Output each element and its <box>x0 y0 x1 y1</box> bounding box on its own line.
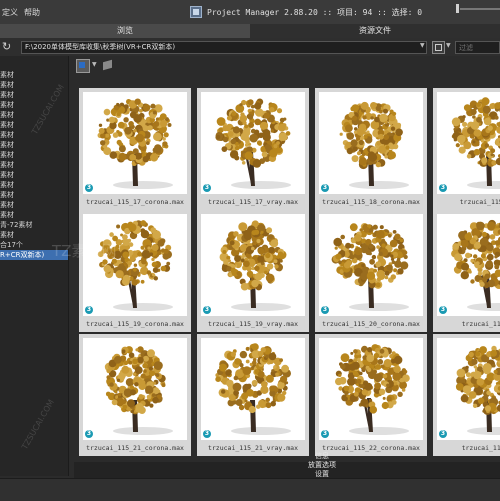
asset-grid: 3 trzucai_115_17_corona.max 3 trzucai_115_1… <box>74 82 500 462</box>
menu-item-help[interactable]: 帮助 <box>24 7 40 18</box>
tab-asset-files[interactable]: 资源文件 <box>250 24 500 38</box>
asset-filename: trzucai_115_22 <box>433 442 500 454</box>
asset-card[interactable]: 3 trzucai_115_20 <box>433 210 500 332</box>
max-version-badge-icon: 3 <box>203 306 211 314</box>
asset-card[interactable]: 3 trzucai_115_21_vray.max <box>197 334 309 456</box>
tree-thumbnail: 3 <box>83 214 187 316</box>
tree-item[interactable]: 素材 <box>0 100 68 110</box>
tree-thumbnail: 3 <box>201 338 305 440</box>
layout-dropdown-icon[interactable]: ▼ <box>92 61 97 68</box>
tab-browse[interactable]: 浏览 <box>0 24 250 38</box>
asset-card[interactable]: 3 trzucai_115_18_corona.max <box>315 88 427 210</box>
asset-filename: trzucai_115_19_corona.max <box>79 318 191 330</box>
tree-item[interactable]: 素材 <box>0 110 68 120</box>
asset-filename: trzucai_115_20_corona.max <box>315 318 427 330</box>
max-version-badge-icon: 3 <box>85 430 93 438</box>
menu-item-define[interactable]: 定义 <box>2 7 18 18</box>
tree-item[interactable]: 素材 <box>0 170 68 180</box>
tree-item[interactable]: 素材 <box>0 150 68 160</box>
menu-item-placement-options[interactable]: 放置选项 <box>300 461 344 470</box>
tree-thumbnail: 3 <box>319 92 423 194</box>
tree-item[interactable]: 素材 <box>0 130 68 140</box>
max-version-badge-icon: 3 <box>203 430 211 438</box>
tree-item[interactable]: 素材 <box>0 200 68 210</box>
max-version-badge-icon: 3 <box>439 430 447 438</box>
tree-item[interactable]: 素材 <box>0 80 68 90</box>
window-title-bar: Project Manager 2.88.20 :: 项目: 94 :: 选择:… <box>190 5 422 19</box>
filter-input[interactable] <box>456 42 499 53</box>
asset-card[interactable]: 3 trzucai_115_17_vray.max <box>197 88 309 210</box>
tree-thumbnail: 3 <box>437 214 500 316</box>
filter-field[interactable] <box>455 41 500 54</box>
asset-filename: trzucai_115_21_corona.max <box>79 442 191 454</box>
asset-card[interactable]: 3 trzucai_115_17_corona.max <box>79 88 191 210</box>
asset-filename: trzucai_115_21_vray.max <box>197 442 309 454</box>
layout-icon[interactable] <box>76 59 90 73</box>
zoom-slider-handle[interactable] <box>456 4 459 13</box>
folder-tree: 素材素材素材素材素材素材素材素材素材素材素材素材素材素材素材青-72素材素材合1… <box>0 56 69 476</box>
grid-bottom-strip <box>74 462 500 478</box>
tree-item[interactable]: 素材 <box>0 230 68 240</box>
max-version-badge-icon: 3 <box>321 184 329 192</box>
tree-thumbnail: 3 <box>201 92 305 194</box>
asset-card[interactable]: 3 trzucai_115_20_corona.max <box>315 210 427 332</box>
tree-item[interactable]: 素材 <box>0 190 68 200</box>
asset-card[interactable]: 3trzucai_115_22_corona.max <box>315 334 427 456</box>
menu-bar: 定义 帮助 Project Manager 2.88.20 :: 项目: 94 … <box>0 0 500 25</box>
tab-bar: 浏览 资源文件 <box>0 24 500 38</box>
tree-item[interactable]: 素材 <box>0 180 68 190</box>
path-dropdown-icon[interactable]: ▼ <box>420 42 425 49</box>
grid-toolbar: ▼ <box>72 56 500 74</box>
refresh-icon[interactable]: ↻ <box>2 41 14 53</box>
tree-item[interactable]: 素材 <box>0 90 68 100</box>
view-dropdown-icon[interactable]: ▼ <box>446 42 451 49</box>
asset-filename: trzucai_115_18_corona.max <box>315 196 427 208</box>
tree-item[interactable]: 青-72素材 <box>0 220 68 230</box>
max-version-badge-icon: 3 <box>439 184 447 192</box>
tree-thumbnail: 3 <box>83 338 187 440</box>
tree-thumbnail: 3 <box>201 214 305 316</box>
tree-item[interactable]: 素材 <box>0 140 68 150</box>
zoom-slider-track[interactable] <box>460 8 500 10</box>
max-version-badge-icon: 3 <box>439 306 447 314</box>
tree-item[interactable]: 素材 <box>0 210 68 220</box>
max-version-badge-icon: 3 <box>203 184 211 192</box>
tree-thumbnail: 3 <box>437 92 500 194</box>
app-icon <box>190 6 202 18</box>
asset-filename: trzucai_115_20 <box>433 318 500 330</box>
tree-thumbnail: 3 <box>319 338 423 440</box>
tree-item[interactable]: 素材 <box>0 120 68 130</box>
window-title: Project Manager 2.88.20 :: 项目: 94 :: 选择:… <box>207 7 422 18</box>
cube-icon[interactable] <box>102 59 114 71</box>
asset-card[interactable]: 3 trzucai_115_19_vray.max <box>197 210 309 332</box>
asset-filename: trzucai_115_17_vray.max <box>197 196 309 208</box>
asset-filename: trzucai_115_19_vray.max <box>197 318 309 330</box>
tree-item[interactable]: 合17个 <box>0 240 68 250</box>
tree-item[interactable]: 素材 <box>0 160 68 170</box>
status-bar <box>0 478 500 501</box>
tree-thumbnail: 3 <box>83 92 187 194</box>
menu-item-info[interactable]: 信息 <box>300 452 344 461</box>
asset-card[interactable]: 3 trzucai_115_18_ <box>433 88 500 210</box>
asset-card[interactable]: 3 trzucai_115_19_corona.max <box>79 210 191 332</box>
tree-item[interactable]: 素材 <box>0 70 68 80</box>
path-bar: ↻ F:\2020单体模型库收集\秋季树(VR+CR双新本) ▼ ▼ <box>0 38 500 56</box>
asset-card[interactable]: 3 trzucai_115_21_corona.max <box>79 334 191 456</box>
max-version-badge-icon: 3 <box>85 184 93 192</box>
asset-filename: trzucai_115_17_corona.max <box>79 196 191 208</box>
max-version-badge-icon: 3 <box>85 306 93 314</box>
asset-filename: trzucai_115_18_ <box>433 196 500 208</box>
max-version-badge-icon: 3 <box>321 306 329 314</box>
tree-thumbnail: 3 <box>319 214 423 316</box>
tree-thumbnail: 3 <box>437 338 500 440</box>
max-version-badge-icon: 3 <box>321 430 329 438</box>
tree-item[interactable]: R+CR双新本) <box>0 250 68 260</box>
path-input[interactable]: F:\2020单体模型库收集\秋季树(VR+CR双新本) <box>21 41 427 54</box>
view-mode-icon[interactable] <box>432 41 445 54</box>
asset-card[interactable]: 3 trzucai_115_22 <box>433 334 500 456</box>
